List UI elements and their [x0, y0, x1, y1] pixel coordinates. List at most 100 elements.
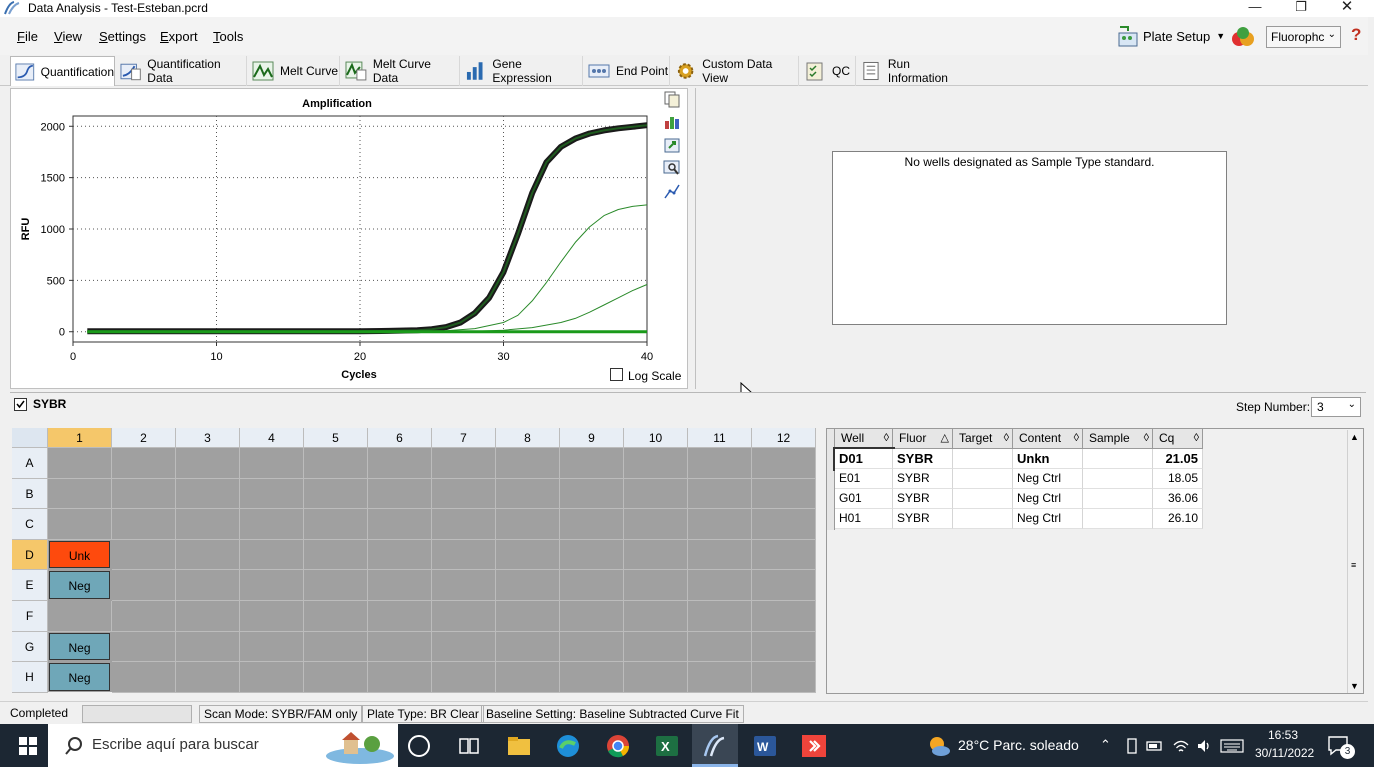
plate-well[interactable]	[496, 570, 560, 601]
plate-well[interactable]	[240, 570, 304, 601]
plate-well[interactable]	[304, 448, 368, 479]
menu-settings[interactable]: Settings	[99, 29, 146, 44]
plate-well[interactable]	[112, 570, 176, 601]
plate-column-header[interactable]: 1	[48, 428, 112, 448]
plate-well[interactable]	[304, 509, 368, 540]
plate-well[interactable]: Neg	[49, 663, 110, 691]
plate-well[interactable]	[560, 509, 624, 540]
tab-end-point[interactable]: End Point	[584, 56, 670, 86]
table-cell[interactable]: Unkn	[1013, 449, 1083, 469]
table-cell[interactable]: SYBR	[893, 509, 953, 529]
table-header[interactable]: Well ◊	[835, 429, 893, 449]
plate-well[interactable]	[560, 448, 624, 479]
plate-column-header[interactable]: 4	[240, 428, 304, 448]
plate-well[interactable]	[432, 448, 496, 479]
plate-column-header[interactable]: 3	[176, 428, 240, 448]
plate-well[interactable]	[432, 631, 496, 663]
chevron-up-icon[interactable]: ⌃	[1100, 737, 1111, 753]
plate-well[interactable]	[176, 601, 240, 632]
plate-well[interactable]	[304, 631, 368, 663]
plate-well[interactable]	[176, 509, 240, 540]
plate-well[interactable]	[176, 448, 240, 479]
plate-column-header[interactable]: 2	[112, 428, 176, 448]
plate-well[interactable]	[496, 448, 560, 479]
plate-well[interactable]	[368, 448, 432, 479]
plate-column-header[interactable]: 11	[688, 428, 752, 448]
clock-time[interactable]: 16:53	[1268, 728, 1298, 742]
weather-icon[interactable]	[926, 733, 952, 759]
plate-well[interactable]	[368, 662, 432, 693]
plate-column-header[interactable]: 12	[752, 428, 816, 448]
plate-well[interactable]	[240, 509, 304, 540]
sort-icon[interactable]: △	[941, 429, 949, 448]
device-icon[interactable]	[1124, 737, 1140, 755]
close-button[interactable]: ✕	[1324, 0, 1370, 17]
tab-run-information[interactable]: Run Information	[857, 56, 969, 86]
table-header[interactable]: Content ◊	[1013, 429, 1083, 449]
plate-well[interactable]	[752, 478, 816, 510]
plate-well[interactable]	[240, 539, 304, 571]
plate-well[interactable]	[432, 601, 496, 632]
weather-text[interactable]: 28°C Parc. soleado	[958, 737, 1079, 753]
volume-icon[interactable]	[1196, 737, 1214, 755]
table-header[interactable]: Fluor △	[893, 429, 953, 449]
table-cell[interactable]: 18.05	[1153, 469, 1203, 489]
plate-well[interactable]	[688, 478, 752, 510]
plate-well[interactable]	[48, 509, 112, 540]
table-cell[interactable]	[953, 489, 1013, 509]
plate-well[interactable]	[176, 662, 240, 693]
zoom-icon[interactable]	[663, 159, 681, 177]
keyboard-icon[interactable]	[1220, 738, 1244, 754]
table-cell[interactable]: E01	[835, 469, 893, 489]
sort-icon[interactable]: ◊	[1144, 429, 1149, 448]
plate-well[interactable]	[752, 539, 816, 571]
table-cell[interactable]: SYBR	[893, 489, 953, 509]
windows-start-icon[interactable]	[19, 737, 37, 755]
plate-well[interactable]	[368, 601, 432, 632]
plate-well[interactable]	[752, 601, 816, 632]
plate-well[interactable]	[688, 601, 752, 632]
plate-well[interactable]	[176, 478, 240, 510]
curve-fit-icon[interactable]	[663, 182, 681, 200]
plate-well[interactable]	[624, 509, 688, 540]
plate-well[interactable]	[304, 539, 368, 571]
plate-well[interactable]	[496, 539, 560, 571]
sort-icon[interactable]: ◊	[1004, 429, 1009, 448]
plate-well[interactable]: Unk	[49, 540, 110, 569]
plate-well[interactable]	[304, 570, 368, 601]
export-chart-icon[interactable]	[663, 136, 681, 154]
amplification-chart[interactable]: 0 10 20 30 40 0 500 1000 1500 2000 Amplification Cy…	[11, 89, 687, 388]
plate-well[interactable]	[496, 601, 560, 632]
tab-quantification-data[interactable]: Quantification Data	[116, 56, 247, 86]
plate-well[interactable]	[240, 631, 304, 663]
plate-well[interactable]	[432, 478, 496, 510]
plate-column-header[interactable]: 10	[624, 428, 688, 448]
table-cell[interactable]	[953, 449, 1013, 469]
plate-well[interactable]	[176, 631, 240, 663]
sybr-checkbox[interactable]	[14, 398, 27, 411]
table-cell[interactable]: 36.06	[1153, 489, 1203, 509]
plate-row-header[interactable]: F	[12, 601, 48, 632]
plate-row-header[interactable]: C	[12, 509, 48, 540]
table-cell[interactable]	[1083, 449, 1153, 469]
plate-well[interactable]	[240, 478, 304, 510]
plate-well[interactable]	[560, 601, 624, 632]
plate-well[interactable]	[368, 631, 432, 663]
word-icon[interactable]: W	[752, 733, 778, 759]
scroll-down-icon[interactable]: ▼	[1350, 681, 1359, 691]
table-header[interactable]: Target ◊	[953, 429, 1013, 449]
plate-well[interactable]	[560, 631, 624, 663]
plate-well[interactable]	[48, 478, 112, 510]
plate-well[interactable]	[752, 448, 816, 479]
plate-well[interactable]	[304, 601, 368, 632]
tab-melt-curve-data[interactable]: Melt Curve Data	[341, 56, 460, 86]
plate-well[interactable]	[432, 662, 496, 693]
table-cell[interactable]	[1083, 489, 1153, 509]
plate-well[interactable]	[688, 448, 752, 479]
edge-icon[interactable]	[555, 733, 581, 759]
table-cell[interactable]	[1083, 469, 1153, 489]
minimize-button[interactable]: —	[1232, 0, 1278, 17]
plate-column-header[interactable]: 7	[432, 428, 496, 448]
plate-row-header[interactable]: D	[12, 539, 48, 571]
plate-well[interactable]	[688, 509, 752, 540]
